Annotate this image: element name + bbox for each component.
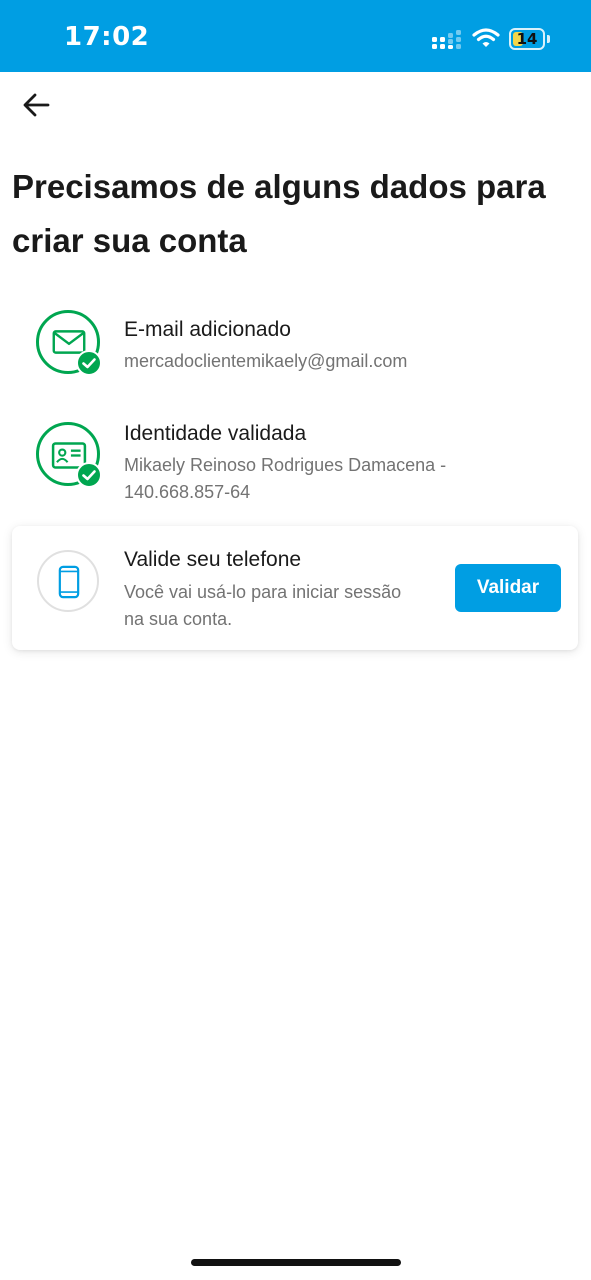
home-indicator[interactable] [191,1259,401,1266]
battery-tip [547,35,550,43]
check-badge [76,350,102,376]
step-identity-icon-circle [36,422,102,488]
wifi-icon [472,28,500,47]
battery-icon: 14 [509,28,545,50]
step-email: E-mail adicionado mercadoclientemikaely@… [0,310,591,390]
step-identity-title: Identidade validada [124,422,307,445]
validate-button[interactable]: Validar [455,564,561,612]
step-phone-icon-circle [37,550,99,612]
arrow-left-icon[interactable] [20,88,54,122]
step-email-title: E-mail adicionado [124,318,291,341]
step-identity-subtitle: Mikaely Reinoso Rodrigues Damacena - 140… [124,455,447,502]
envelope-icon [52,330,86,354]
status-bar: 17:02 14 [0,0,591,72]
battery-level: 14 [516,30,538,48]
status-time: 17:02 [64,22,150,52]
check-icon [82,470,96,481]
signal-icon [432,30,461,49]
step-phone-card: Valide seu telefone Você vai usá-lo para… [12,526,578,650]
page-title: Precisamos de alguns dados para criar su… [12,168,546,259]
screen: 17:02 14 Precisamos de alguns dados para… [0,0,591,1280]
step-email-subtitle: mercadoclientemikaely@gmail.com [124,351,408,371]
check-badge [76,462,102,488]
step-phone-title: Valide seu telefone [124,548,302,571]
step-identity: Identidade validada Mikaely Reinoso Rodr… [0,422,591,512]
phone-icon [58,565,80,599]
check-icon [82,358,96,369]
step-phone-subtitle: Você vai usá-lo para iniciar sessão na s… [124,582,402,629]
step-email-icon-circle [36,310,102,376]
